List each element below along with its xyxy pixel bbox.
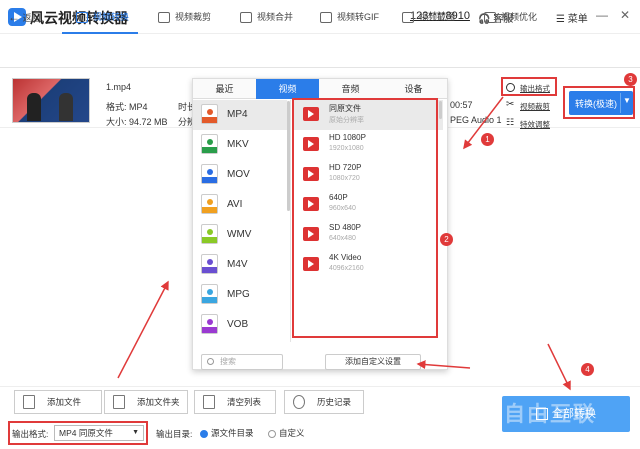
arrow-3 xyxy=(416,360,471,370)
arrow-4 xyxy=(547,343,571,391)
arrow-2 xyxy=(117,280,169,379)
annotation-arrows xyxy=(117,96,571,391)
arrow-1 xyxy=(463,96,504,150)
